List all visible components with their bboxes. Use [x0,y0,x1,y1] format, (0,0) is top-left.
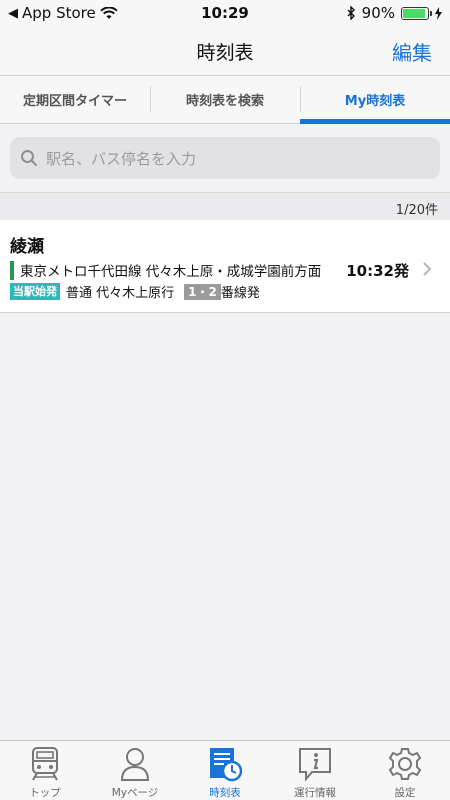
timetable-icon [210,748,242,782]
service-destination: 普通 代々木上原行 [66,286,175,301]
chevron-right-icon [423,262,432,276]
tab-my-timetable[interactable]: My時刻表 [300,76,450,124]
search-placeholder: 駅名、バス停名を入力 [46,149,197,168]
tab-bar: トップ Myページ 時刻表 運行情報 設定 [0,740,450,800]
platform-badge: 1・2 [184,283,221,300]
count-row: 1/20件 [0,192,450,220]
search-icon [21,150,37,166]
line-name: 東京メトロ千代田線 代々木上原・成城学園前方面 [20,264,322,280]
train-icon [32,747,58,781]
battery-fill [403,8,425,18]
person-icon [120,748,150,781]
tab-commute-timer[interactable]: 定期区間タイマー [0,76,150,123]
list-item[interactable]: 綾瀬 東京メトロ千代田線 代々木上原・成城学園前方面 10:32発 当駅始発 普… [0,220,450,313]
tabbar-item-settings[interactable]: 設定 [360,741,450,800]
info-row: 当駅始発 普通 代々木上原行 1・2 番線発 [10,282,260,301]
search-area: 駅名、バス停名を入力 [0,125,450,191]
tabbar-item-mypage[interactable]: Myページ [90,741,180,800]
line-row: 東京メトロ千代田線 代々木上原・成城学園前方面 10:32発 [10,259,415,281]
nav-bar: 時刻表 編集 [0,26,450,76]
info-icon [299,748,331,782]
tabbar-label: 時刻表 [209,787,241,799]
tabbar-item-service-info[interactable]: 運行情報 [270,741,360,800]
tabbar-item-timetable[interactable]: 時刻表 [180,741,270,800]
station-name: 綾瀬 [10,237,44,257]
edit-button[interactable]: 編集 [392,37,432,66]
charging-icon [435,6,442,20]
item-count: 1/20件 [395,203,438,218]
line-color-bar [10,260,14,280]
tabbar-label: 運行情報 [294,787,336,799]
bluetooth-icon [347,6,355,20]
search-input[interactable]: 駅名、バス停名を入力 [10,137,440,179]
tab-label: 定期区間タイマー [22,94,127,109]
tab-label: My時刻表 [344,94,406,109]
origin-badge: 当駅始発 [10,283,60,300]
battery-percent: 90% [361,4,395,22]
tab-search-timetable[interactable]: 時刻表を検索 [150,76,300,123]
segment-tabs: 定期区間タイマー 時刻表を検索 My時刻表 [0,76,450,124]
tabbar-label: 設定 [394,787,416,799]
tab-label: 時刻表を検索 [185,94,264,109]
tabbar-item-top[interactable]: トップ [0,741,90,800]
page-title: 時刻表 [196,42,254,64]
tabbar-label: Myページ [111,787,159,799]
departure-time: 10:32発 [346,262,409,280]
battery-icon [401,6,432,20]
gear-icon [388,748,422,780]
status-bar: ◀ App Store 10:29 90% [0,0,450,26]
platform-suffix: 番線発 [220,286,260,301]
tabbar-label: トップ [29,787,61,799]
status-right: 90% [347,4,442,22]
